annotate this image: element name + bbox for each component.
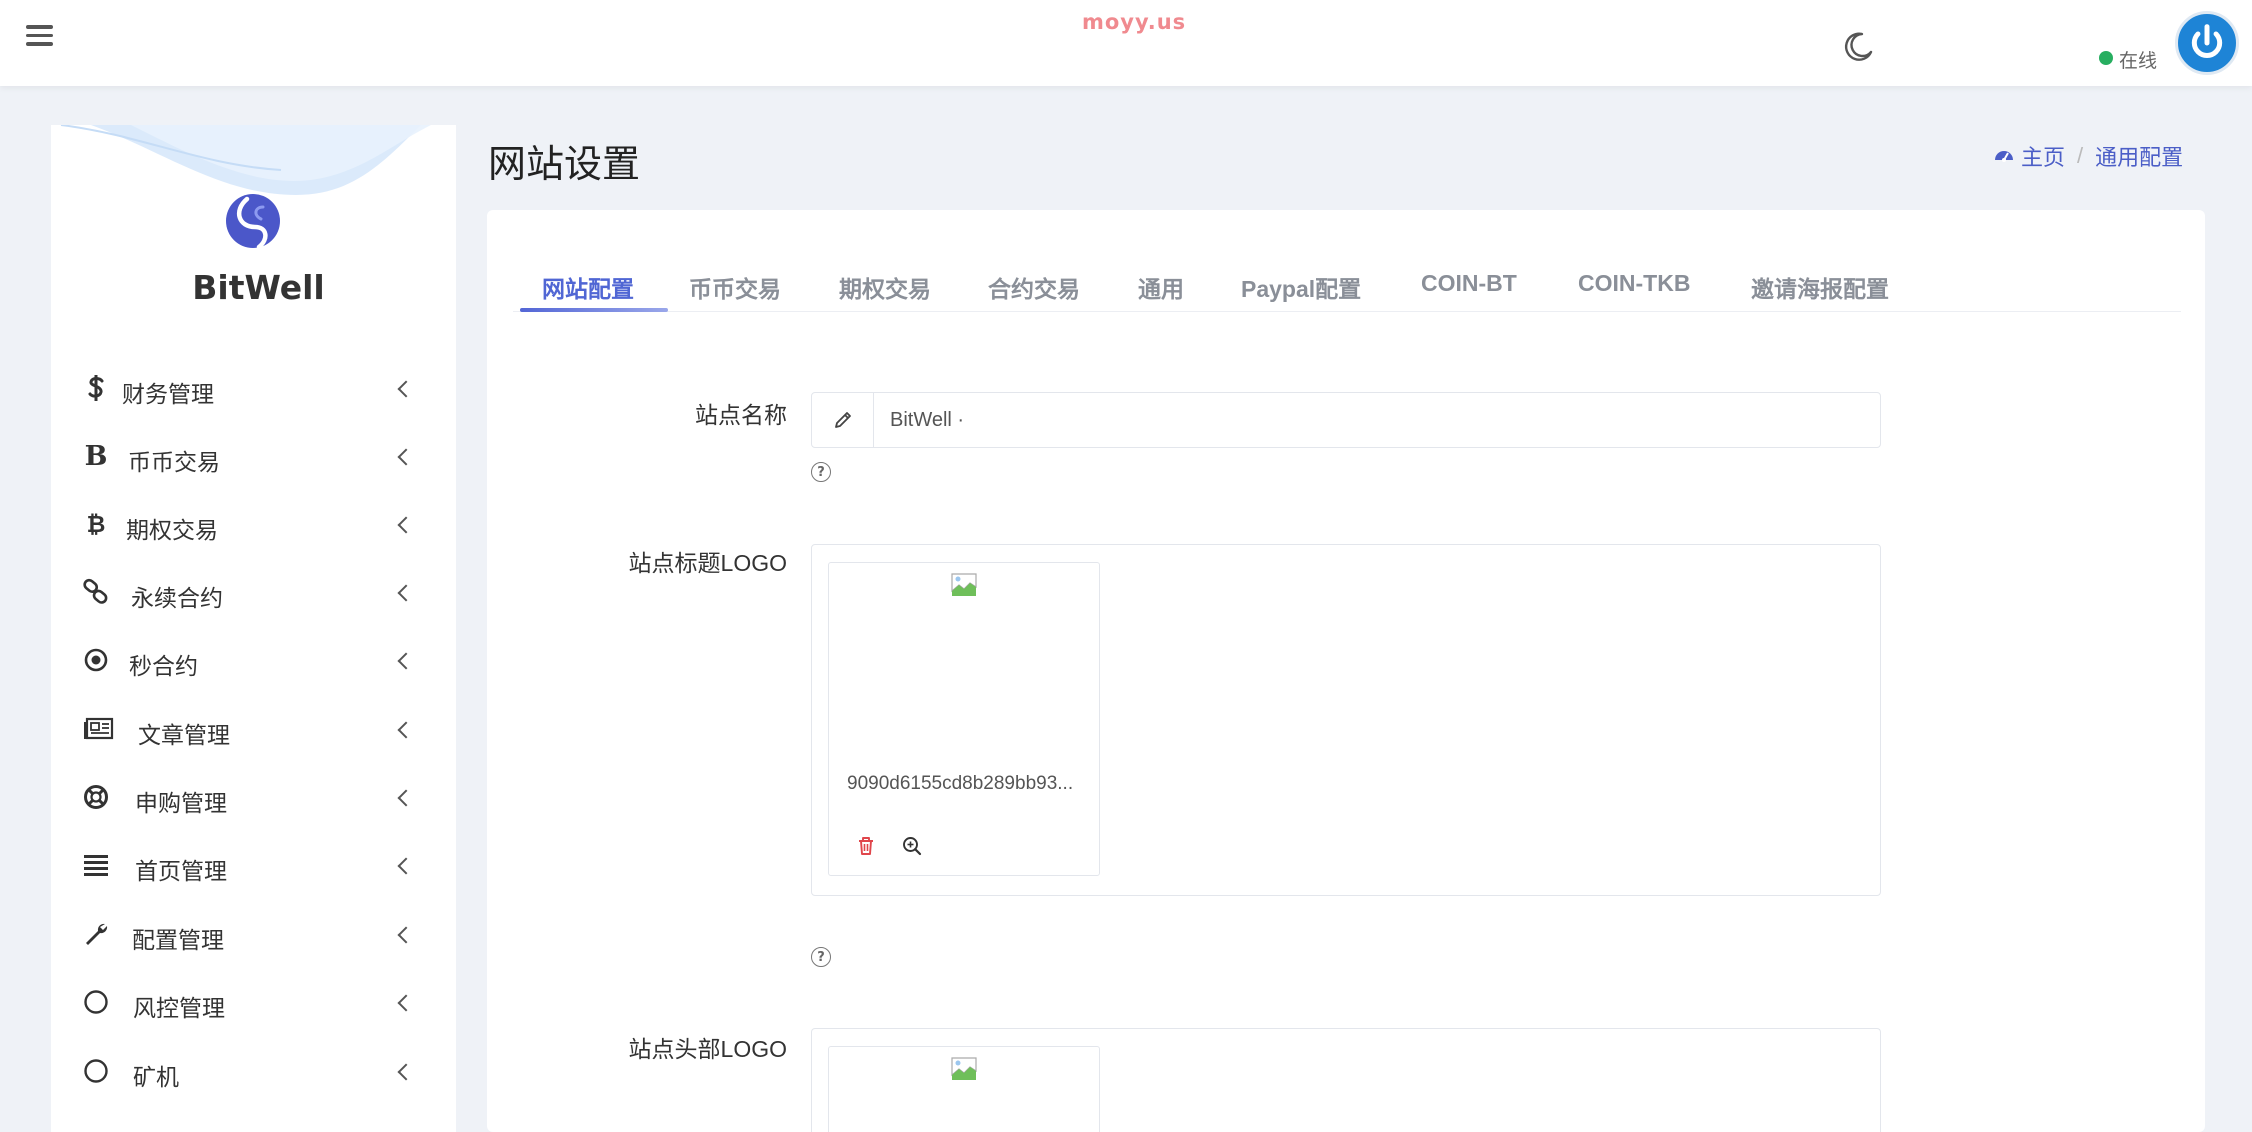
online-status-text: 在线 <box>2119 51 2158 72</box>
brand-logo-icon <box>226 194 280 249</box>
tab-invite-poster[interactable]: 邀请海报配置 <box>1751 270 1889 304</box>
sidebar-item-label: 矿机 <box>133 1064 179 1090</box>
sidebar-item-label: 秒合约 <box>129 653 198 679</box>
sidebar-item-second-contract[interactable]: 秒合约 <box>51 633 456 689</box>
sidebar-item-config[interactable]: 配置管理 <box>51 907 456 963</box>
chevron-left-icon <box>397 448 415 466</box>
tab-bar: 网站配置 币币交易 期权交易 合约交易 通用 Paypal配置 COIN-BT … <box>513 250 2181 312</box>
tab-coin-tkb[interactable]: COIN-TKB <box>1578 270 1690 297</box>
menu-icon[interactable] <box>26 25 53 47</box>
site-name-label: 站点名称 <box>695 402 787 428</box>
header-logo-label: 站点头部LOGO <box>628 1036 787 1062</box>
sidebar-item-spot-trading[interactable]: B 币币交易 <box>51 429 456 485</box>
sidebar-item-label: 风控管理 <box>133 995 225 1021</box>
page-title: 网站设置 <box>488 144 641 186</box>
sidebar-item-articles[interactable]: 文章管理 <box>51 702 456 758</box>
sidebar-item-homepage[interactable]: 首页管理 <box>51 838 456 894</box>
chevron-left-icon <box>397 994 415 1012</box>
chevron-left-icon <box>397 721 415 739</box>
header-logo-upload[interactable] <box>811 1028 1881 1132</box>
sidebar-item-label: 文章管理 <box>138 722 230 748</box>
sidebar-item-label: 永续合约 <box>131 585 223 611</box>
broken-image-icon <box>951 573 977 596</box>
top-navbar: moyy.us 在线 <box>0 0 2252 86</box>
breadcrumb-current[interactable]: 通用配置 <box>2095 140 2183 172</box>
dashboard-icon <box>1995 151 2013 162</box>
online-status-dot <box>2099 51 2113 65</box>
life-ring-icon <box>81 782 111 812</box>
help-icon[interactable]: ? <box>811 462 831 482</box>
chevron-left-icon <box>397 1063 415 1081</box>
trash-icon[interactable] <box>855 835 877 857</box>
bitcoin-icon: ₿ <box>86 511 106 538</box>
sidebar-item-label: 币币交易 <box>128 449 220 475</box>
breadcrumb: 主页 / 通用配置 <box>1993 140 2183 172</box>
tab-coin-bt[interactable]: COIN-BT <box>1421 270 1517 297</box>
broken-image-icon <box>951 1057 977 1080</box>
sidebar-item-label: 财务管理 <box>122 381 214 407</box>
dollar-icon <box>81 373 111 403</box>
chevron-left-icon <box>397 652 415 670</box>
tab-spot-trading[interactable]: 币币交易 <box>689 270 781 304</box>
wrench-icon <box>81 919 111 949</box>
sidebar-item-label: 配置管理 <box>132 927 224 953</box>
list-icon <box>81 850 111 880</box>
breadcrumb-separator: / <box>2077 143 2084 168</box>
tab-contract-trading[interactable]: 合约交易 <box>988 270 1080 304</box>
watermark-text: moyy.us <box>1082 10 1187 34</box>
title-logo-label: 站点标题LOGO <box>628 550 787 576</box>
file-preview-card: 9090d6155cd8b289bb93... <box>828 562 1100 876</box>
power-icon[interactable] <box>2175 11 2239 75</box>
newspaper-icon <box>84 714 114 744</box>
sidebar: BitWell 财务管理 B 币币交易 ₿ 期权交易 永续合约 秒合约 文章管理… <box>51 125 456 1132</box>
sidebar-item-options-trading[interactable]: ₿ 期权交易 <box>51 497 456 553</box>
file-preview-card <box>828 1046 1100 1132</box>
sidebar-item-label: 首页管理 <box>135 858 227 884</box>
chevron-left-icon <box>397 516 415 534</box>
title-logo-upload[interactable]: 9090d6155cd8b289bb93... <box>811 544 1881 896</box>
chevron-left-icon <box>397 926 415 944</box>
bold-b-icon: B <box>84 440 108 472</box>
tab-general[interactable]: 通用 <box>1138 270 1184 304</box>
chevron-left-icon <box>397 789 415 807</box>
active-tab-indicator <box>520 308 668 312</box>
chevron-left-icon <box>397 857 415 875</box>
link-icon <box>81 577 111 607</box>
sidebar-item-subscription[interactable]: 申购管理 <box>51 770 456 826</box>
settings-card: 网站配置 币币交易 期权交易 合约交易 通用 Paypal配置 COIN-BT … <box>487 210 2205 1132</box>
chevron-left-icon <box>397 584 415 602</box>
sidebar-item-mining[interactable]: 矿机 <box>51 1044 456 1100</box>
sidebar-item-label: 申购管理 <box>135 790 227 816</box>
brand-name: BitWell <box>192 268 325 307</box>
site-name-field-group <box>811 392 1881 448</box>
help-icon[interactable]: ? <box>811 947 831 967</box>
site-name-input[interactable] <box>874 393 1880 447</box>
tab-paypal-config[interactable]: Paypal配置 <box>1241 270 1361 304</box>
pencil-icon <box>812 393 874 447</box>
moon-icon[interactable] <box>1840 28 1876 64</box>
sidebar-item-label: 期权交易 <box>126 517 218 543</box>
sidebar-item-perpetual[interactable]: 永续合约 <box>51 565 456 621</box>
sidebar-item-risk-control[interactable]: 风控管理 <box>51 975 456 1031</box>
dot-circle-icon <box>81 645 111 675</box>
zoom-in-icon[interactable] <box>901 835 923 857</box>
tab-site-config[interactable]: 网站配置 <box>542 270 634 304</box>
breadcrumb-home-link[interactable]: 主页 <box>2021 140 2065 172</box>
file-name: 9090d6155cd8b289bb93... <box>847 773 1074 794</box>
sidebar-item-finance[interactable]: 财务管理 <box>51 361 456 417</box>
tab-options-trading[interactable]: 期权交易 <box>839 270 931 304</box>
circle-icon <box>81 987 111 1017</box>
circle-icon <box>81 1056 111 1086</box>
chevron-left-icon <box>397 380 415 398</box>
